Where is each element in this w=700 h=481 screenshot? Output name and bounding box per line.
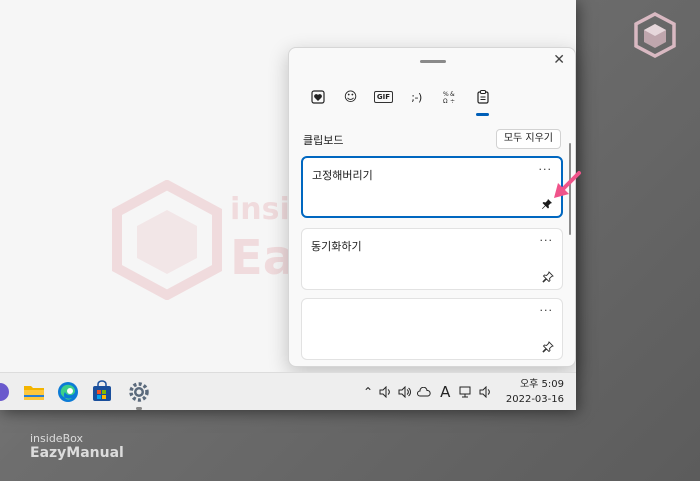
svg-text:Ω: Ω — [443, 98, 448, 104]
input-language-indicator[interactable]: A — [440, 383, 450, 401]
clipboard-item[interactable]: 동기화하기 ··· — [301, 228, 563, 290]
insidebox-logo-icon — [634, 12, 676, 58]
volume-icon[interactable] — [479, 386, 492, 398]
system-tray: ⌃ A — [360, 382, 495, 402]
clipboard-panel: ✕ ☺ GIF ;-) % & Ω ÷ 클립보드 모두 지우기 고정해버리기 ·… — [288, 47, 576, 367]
pin-outline-icon[interactable] — [542, 271, 554, 283]
pin-outline-icon[interactable] — [542, 341, 554, 353]
tab-emoji[interactable]: ☺ — [334, 84, 367, 110]
file-explorer-icon[interactable] — [22, 380, 46, 404]
clipboard-item-text: 동기화하기 — [311, 240, 362, 253]
svg-text:÷: ÷ — [450, 98, 455, 104]
network-icon[interactable] — [459, 386, 473, 398]
kaomoji-icon: ;-) — [411, 90, 422, 104]
speaker-icon[interactable] — [379, 386, 392, 398]
clear-all-button[interactable]: 모두 지우기 — [495, 129, 561, 149]
tab-gif[interactable]: GIF — [367, 84, 400, 110]
watermark-small: insideBox EazyManual — [30, 432, 124, 461]
clipboard-title: 클립보드 — [303, 134, 344, 147]
panel-drag-handle[interactable] — [420, 60, 446, 63]
svg-text:%: % — [443, 91, 449, 98]
more-options-icon[interactable]: ··· — [540, 304, 554, 317]
gif-icon: GIF — [373, 91, 394, 103]
watermark-small-line1: insideBox — [30, 432, 84, 445]
speaker-icon[interactable] — [398, 386, 411, 398]
taskbar-clock[interactable]: 오후 5:09 2022-03-16 — [506, 377, 564, 407]
more-options-icon[interactable]: ··· — [540, 234, 554, 247]
edge-browser-icon[interactable] — [56, 380, 80, 404]
app-icon-partial[interactable] — [0, 380, 12, 404]
heart-sticker-icon — [310, 90, 325, 104]
chevron-up-icon[interactable]: ⌃ — [363, 385, 373, 399]
clipboard-icon — [476, 90, 489, 104]
close-icon[interactable]: ✕ — [553, 52, 565, 68]
tab-recent[interactable] — [301, 84, 334, 110]
clock-date: 2022-03-16 — [505, 394, 564, 405]
watermark-small-line2: EazyManual — [30, 445, 124, 461]
annotation-arrow-icon — [554, 171, 581, 198]
symbols-icon: % & Ω ÷ — [443, 91, 455, 104]
tab-clipboard[interactable] — [466, 84, 499, 116]
taskbar: ⌃ A 오후 5:09 2022-03-16 — [0, 372, 576, 410]
panel-tabs: ☺ GIF ;-) % & Ω ÷ — [301, 84, 499, 116]
screen: insideBox EazyManual ✕ ☺ GIF ;-) — [0, 0, 576, 410]
store-icon[interactable] — [90, 380, 114, 404]
smiley-icon: ☺ — [343, 89, 358, 105]
cloud-icon[interactable] — [417, 387, 431, 397]
svg-text:&: & — [450, 91, 455, 98]
clipboard-item[interactable]: 고정해버리기 ··· — [301, 156, 563, 218]
clipboard-item[interactable]: ··· — [301, 298, 563, 360]
running-indicator — [136, 407, 142, 410]
settings-gear-icon[interactable] — [127, 380, 151, 404]
tab-symbols[interactable]: % & Ω ÷ — [433, 84, 466, 110]
clock-time: 오후 5:09 — [519, 379, 564, 390]
more-options-icon[interactable]: ··· — [539, 163, 553, 176]
tab-kaomoji[interactable]: ;-) — [400, 84, 433, 110]
clipboard-item-text: 고정해버리기 — [312, 169, 373, 182]
